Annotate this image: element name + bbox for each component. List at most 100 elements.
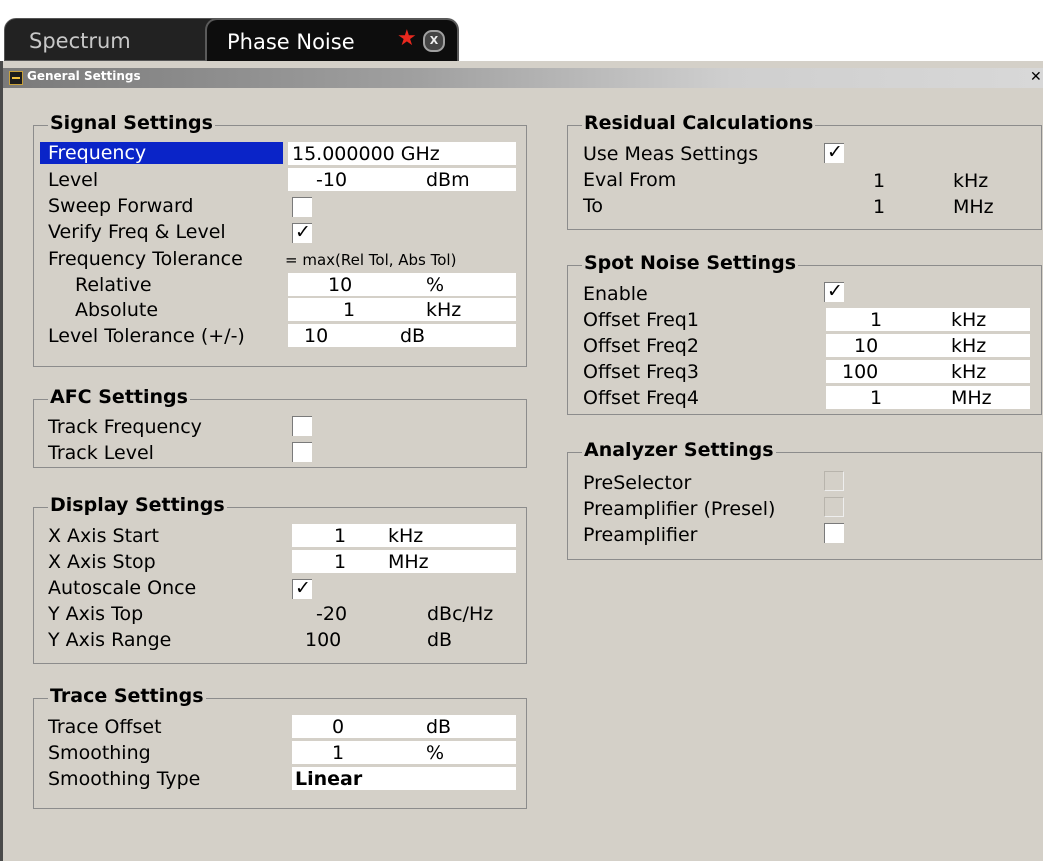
level-unit: dBm [426,169,470,191]
offset-freq1-input[interactable]: 1 kHz [826,308,1030,331]
level-input[interactable]: -10 dBm [288,168,516,191]
relative-label: Relative [75,274,152,296]
level-tolerance-input[interactable]: 10 dB [288,324,516,347]
x-axis-start-label: X Axis Start [48,525,159,547]
smoothing-input[interactable]: 1 % [292,741,516,764]
track-frequency-label: Track Frequency [48,416,202,438]
y-axis-top-unit: dBc/Hz [427,603,494,625]
app-icon [9,71,23,85]
relative-value: 10 [328,274,353,296]
sweep-forward-label: Sweep Forward [48,195,194,217]
checkmark-icon: ✓ [827,141,843,163]
checkmark-icon: ✓ [295,577,311,599]
to-unit: MHz [953,196,994,218]
preselector-checkbox[interactable] [824,471,844,491]
offset-freq4-label: Offset Freq4 [583,387,699,409]
group-title: AFC Settings [48,386,190,408]
eval-from-unit: kHz [953,170,989,192]
frequency-input[interactable]: 15.000000 GHz [288,142,516,165]
window-title: General Settings [27,69,141,83]
use-meas-settings-checkbox[interactable]: ✓ [824,141,844,163]
offset-freq4-unit: MHz [951,387,992,409]
smoothing-label: Smoothing [48,742,151,764]
track-level-label: Track Level [48,442,154,464]
x-axis-stop-input[interactable]: 1 MHz [292,550,516,573]
enable-label: Enable [583,283,648,305]
preamplifier-presel-checkbox[interactable] [824,497,844,517]
track-frequency-checkbox[interactable] [292,416,312,436]
close-window-icon[interactable]: ✕ [1030,69,1042,85]
verify-freq-level-label: Verify Freq & Level [48,221,226,243]
autoscale-once-checkbox[interactable]: ✓ [292,577,312,599]
group-title: Signal Settings [48,112,215,134]
smoothing-unit: % [426,742,445,764]
window-titlebar: General Settings ✕ [3,68,1043,88]
preamplifier-label: Preamplifier [583,524,698,546]
smoothing-type-value: Linear [295,768,363,790]
offset-freq3-value: 100 [842,361,879,383]
offset-freq2-input[interactable]: 10 kHz [826,334,1030,357]
eval-from-value[interactable]: 1 [873,170,885,192]
y-axis-top-value[interactable]: -20 [316,603,347,625]
general-settings-window: General Settings ✕ Signal Settings Frequ… [0,61,1043,861]
use-meas-settings-label: Use Meas Settings [583,143,759,165]
autoscale-once-label: Autoscale Once [48,577,197,599]
close-tab-icon[interactable]: X [423,30,445,52]
frequency-tolerance-label: Frequency Tolerance [48,248,243,270]
preselector-label: PreSelector [583,472,692,494]
to-value[interactable]: 1 [873,196,885,218]
x-axis-start-input[interactable]: 1 kHz [292,524,516,547]
checkmark-icon: ✓ [295,221,311,243]
offset-freq4-value: 1 [870,387,883,409]
enable-checkbox[interactable]: ✓ [824,280,844,302]
sweep-forward-checkbox[interactable] [292,197,312,217]
tab-label: Phase Noise [227,30,355,54]
tab-bar: Spectrum Phase Noise ★ X [0,18,1043,61]
relative-input[interactable]: 10 % [288,273,516,296]
tab-phase-noise[interactable]: Phase Noise ★ X [205,18,459,61]
star-icon: ★ [397,26,417,51]
level-value: -10 [316,169,348,191]
smoothing-type-label: Smoothing Type [48,768,201,790]
to-label: To [583,195,604,217]
trace-offset-unit: dB [426,716,452,738]
frequency-value: 15.000000 GHz [292,143,440,165]
level-label: Level [48,169,99,191]
preamplifier-checkbox[interactable] [824,523,844,543]
eval-from-label: Eval From [583,169,677,191]
group-title: Display Settings [48,494,227,516]
trace-offset-input[interactable]: 0 dB [292,715,516,738]
group-title: Analyzer Settings [582,439,776,461]
x-axis-stop-unit: MHz [388,551,429,573]
absolute-unit: kHz [426,299,462,321]
absolute-input[interactable]: 1 kHz [288,298,516,321]
level-tolerance-value: 10 [304,325,329,347]
y-axis-top-label: Y Axis Top [48,603,144,625]
offset-freq2-unit: kHz [951,335,987,357]
offset-freq3-unit: kHz [951,361,987,383]
offset-freq1-unit: kHz [951,309,987,331]
y-axis-range-label: Y Axis Range [48,629,172,651]
x-axis-start-value: 1 [334,525,347,547]
y-axis-range-value[interactable]: 100 [305,629,341,651]
absolute-label: Absolute [75,299,159,321]
offset-freq4-input[interactable]: 1 MHz [826,386,1030,409]
frequency-tolerance-formula: = max(Rel Tol, Abs Tol) [285,251,457,269]
offset-freq1-value: 1 [870,309,883,331]
smoothing-type-select[interactable]: Linear [292,767,516,790]
relative-unit: % [426,274,445,296]
trace-offset-value: 0 [332,716,345,738]
frequency-label[interactable]: Frequency [40,142,283,164]
offset-freq2-label: Offset Freq2 [583,335,699,357]
trace-offset-label: Trace Offset [48,716,162,738]
absolute-value: 1 [343,299,356,321]
verify-freq-level-checkbox[interactable]: ✓ [292,221,312,243]
x-axis-stop-value: 1 [334,551,347,573]
level-tolerance-label: Level Tolerance (+/-) [48,325,245,347]
group-title: Trace Settings [48,685,206,707]
offset-freq3-input[interactable]: 100 kHz [826,360,1030,383]
checkmark-icon: ✓ [827,280,843,302]
group-title: Spot Noise Settings [582,252,798,274]
track-level-checkbox[interactable] [292,442,312,462]
tab-label: Spectrum [29,29,131,53]
